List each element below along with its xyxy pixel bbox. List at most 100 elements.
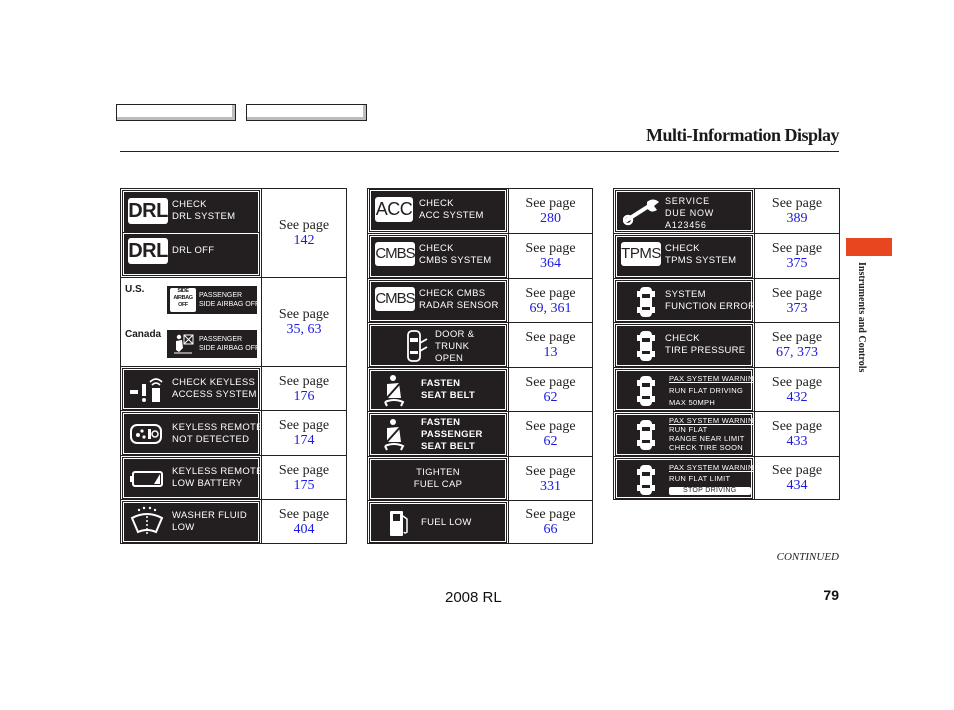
page-reference: See page 174 [261,411,346,455]
page-reference: See page 375 [754,234,839,278]
page-link[interactable]: 67, 373 [776,345,818,360]
display-text: KEYLESS REMOTE [172,466,263,477]
display-text: FUNCTION ERROR [665,301,756,312]
display-text: RANGE NEAR LIMIT [669,434,745,443]
page-link[interactable]: 434 [787,478,808,493]
section-label: Instruments and Controls [856,262,867,373]
see-page-label: See page [771,241,823,256]
display-text: FUEL CAP [413,479,463,490]
display-text: FASTEN [421,417,461,428]
see-page-label: See page [278,506,330,522]
display-text: TIGHTEN [416,467,460,478]
display-text: NOT DETECTED [172,434,250,445]
car-top-view-icon [637,465,655,495]
display-tighten-fuel-cap: TIGHTEN FUEL CAP [369,458,507,500]
acc-icon: ACC [375,197,413,222]
display-text: SIDE AIRBAG OFF [199,301,260,308]
page-reference: See page 433 [754,412,839,456]
fuel-pump-icon [390,511,408,536]
table-row: KEYLESS REMOTE LOW BATTERY See page 175 [121,455,346,499]
page-link[interactable]: 432 [787,390,808,405]
display-check-cmbs-system: CMBS CHECK CMBS SYSTEM [369,235,507,278]
page-link[interactable]: 35, 63 [287,322,322,337]
display-header: PAX SYSTEM WARNING [669,416,760,425]
see-page-label: See page [525,196,576,211]
table-row: SYSTEM FUNCTION ERROR See page 373 [614,278,839,322]
table-row: ACC CHECK ACC SYSTEM See page 280 [368,189,592,233]
display-text: ACC SYSTEM [419,210,484,221]
page-reference: See page 331 [508,457,592,500]
page-number: 79 [823,587,839,603]
display-check-cmbs-radar-sensor: CMBS CHECK CMBS RADAR SENSOR [369,280,507,322]
display-fuel-low: FUEL LOW [369,502,507,543]
see-page-label: See page [771,419,823,434]
page-reference: See page 69, 361 [508,279,592,322]
display-service-due-now: SERVICE DUE NOW A123456 [615,190,753,232]
region-label-canada: Canada [125,329,162,340]
page-link[interactable]: 389 [787,211,808,226]
display-text: FUEL LOW [421,517,472,528]
nav-button-previous[interactable] [116,104,236,121]
message-table-3: SERVICE DUE NOW A123456 See page 389 TPM… [613,188,840,500]
see-page-label: See page [771,285,823,301]
region-label-us: U.S. [125,284,145,295]
display-pax-range-near-limit: PAX SYSTEM WARNING RUN FLAT RANGE NEAR L… [615,413,760,456]
table-row: PAX SYSTEM WARNING RUN FLAT LIMIT STOP D… [614,456,839,499]
table-row: CHECK TIRE PRESSURE See page 67, 373 [614,322,839,367]
display-text: TRUNK [435,341,470,352]
see-page-label: See page [525,374,576,390]
page-title: Multi-Information Display [645,125,840,145]
display-text: SYSTEM [665,289,706,300]
page-link[interactable]: 62 [544,434,558,449]
footer-model: 2008 RL [445,589,502,606]
page-reference: See page 176 [261,367,346,410]
section-tab[interactable] [846,238,892,256]
page-link[interactable]: 69, 361 [530,301,572,316]
page-link[interactable]: 364 [540,256,561,271]
table-row: FUEL LOW See page 66 [368,500,592,543]
page-link[interactable]: 404 [294,522,315,537]
page-link[interactable]: 433 [787,434,808,449]
title-divider [120,151,839,152]
low-battery-icon [130,471,163,487]
display-text: DRL SYSTEM [172,211,236,222]
page-link[interactable]: 375 [787,256,808,271]
page-link[interactable]: 176 [294,389,315,404]
page-reference: See page 35, 63 [261,278,346,366]
nav-button-next[interactable] [246,104,367,121]
display-header: PAX SYSTEM WARNING [669,463,760,472]
display-text: A123456 [665,220,707,230]
page-link[interactable]: 62 [544,390,558,405]
washer-fluid-icon [130,506,164,536]
see-page-label: See page [278,307,330,322]
message-table-1: DRL CHECK DRL SYSTEM DRL DRL OFF See pag… [120,188,347,544]
display-check-drl-system: DRL CHECK DRL SYSTEM [122,190,260,234]
page-reference: See page 280 [508,189,592,233]
display-check-tpms-system: TPMS CHECK TPMS SYSTEM [615,235,753,278]
display-text: CHECK [419,198,454,209]
side-airbag-off-icon: SIDE AIRBAG OFF [170,288,196,312]
display-text: RUN FLAT [669,425,708,434]
page-link[interactable]: 142 [294,233,315,248]
see-page-label: See page [525,419,576,434]
seat-belt-icon [384,375,405,407]
display-text: RUN FLAT LIMIT [669,474,731,483]
page-reference: See page 389 [754,189,839,233]
page-link[interactable]: 373 [787,301,808,316]
page-reference: See page 67, 373 [754,323,839,367]
display-keyless-remote-low-battery: KEYLESS REMOTE LOW BATTERY [122,457,262,499]
page-link[interactable]: 174 [294,433,315,448]
car-top-view-icon [637,287,655,317]
display-fasten-passenger-seat-belt: FASTEN PASSENGER SEAT BELT [369,413,507,456]
display-system-function-error: SYSTEM FUNCTION ERROR [615,280,756,322]
page-link[interactable]: 280 [540,211,561,226]
page-link[interactable]: 175 [294,478,315,493]
page-link[interactable]: 66 [544,522,558,537]
page-link[interactable]: 331 [540,479,561,494]
page-link[interactable]: 13 [544,345,558,360]
display-text: PASSENGER [199,292,243,299]
car-top-view-icon [637,420,655,450]
door-trunk-open-icon [407,330,428,362]
display-passenger-airbag-off-us: SIDE AIRBAG OFF PASSENGER SIDE AIRBAG OF… [167,286,260,314]
display-text: CHECK [419,243,454,254]
